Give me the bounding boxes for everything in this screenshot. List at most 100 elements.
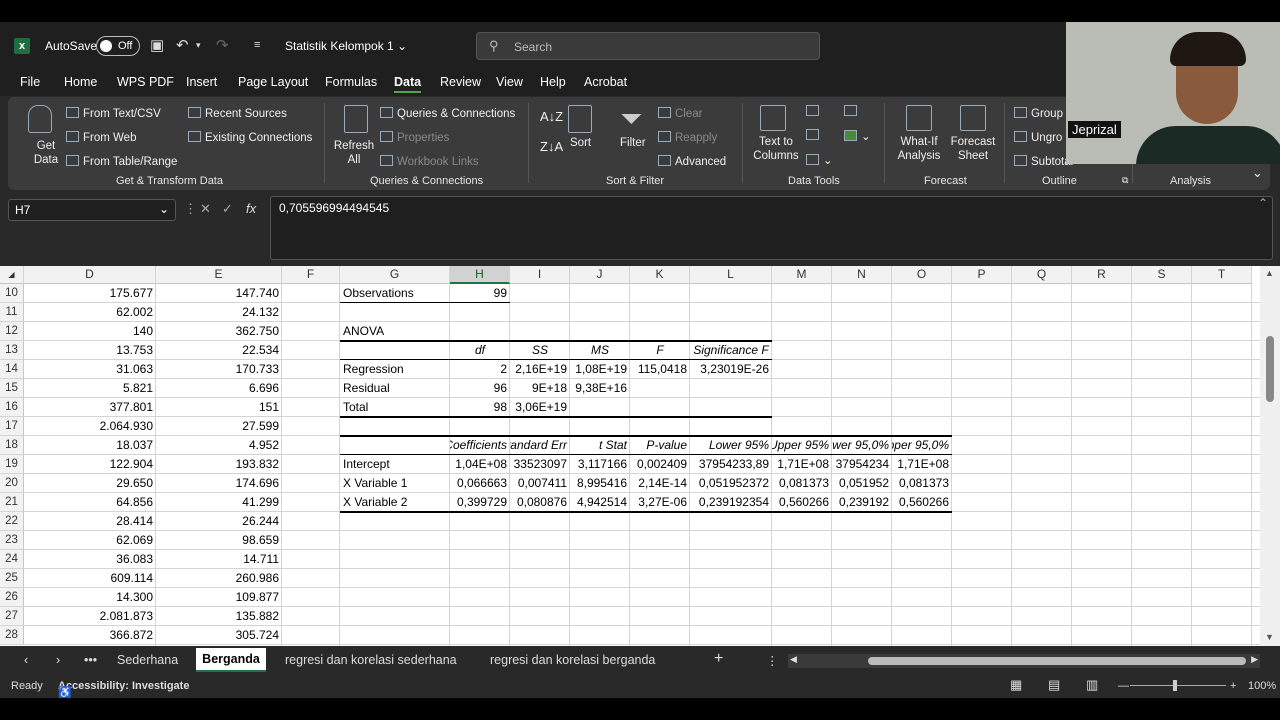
undo-icon[interactable]: ↶ (176, 36, 189, 54)
collapse-formula-icon[interactable]: ⌃ (1258, 196, 1268, 210)
subtotal-button[interactable]: Subtotal (1014, 155, 1073, 168)
what-if-button[interactable]: What-If Analysis (892, 135, 946, 163)
prev-sheet-icon[interactable]: ‹ (24, 653, 28, 667)
cell-d26[interactable]: 14.300 (24, 588, 156, 607)
row-header-18[interactable]: 18 (0, 436, 24, 455)
cell-d27[interactable]: 2.081.873 (24, 607, 156, 626)
tab-view[interactable]: View (496, 75, 523, 89)
row-header-17[interactable]: 17 (0, 417, 24, 436)
anova-header[interactable]: MS (570, 341, 630, 360)
sort-za-icon[interactable]: Z↓A (540, 139, 563, 154)
coef-header[interactable]: Lower 95,0% (832, 436, 892, 455)
cell-d25[interactable]: 609.114 (24, 569, 156, 588)
horizontal-scrollbar[interactable]: ◀ ▶ (788, 654, 1260, 668)
coef-row-label[interactable]: X Variable 1 (340, 474, 450, 493)
clear-button[interactable]: Clear (658, 107, 702, 120)
anova-cell[interactable]: 3,23019E-26 (690, 360, 772, 379)
scroll-left-icon[interactable]: ◀ (790, 654, 797, 665)
cell-e12[interactable]: 362.750 (156, 322, 282, 341)
consolidate-icon[interactable] (844, 105, 861, 118)
column-header-r[interactable]: R (1072, 266, 1132, 284)
dialog-launcher-icon[interactable]: ⧉ (1122, 175, 1128, 186)
anova-cell[interactable] (690, 379, 772, 398)
coef-cell[interactable]: 8,995416 (570, 474, 630, 493)
row-header-10[interactable]: 10 (0, 284, 24, 303)
anova-cell[interactable]: 1,08E+19 (570, 360, 630, 379)
coef-header[interactable]: t Stat (570, 436, 630, 455)
cell-e19[interactable]: 193.832 (156, 455, 282, 474)
properties-button[interactable]: Properties (380, 131, 449, 144)
zoom-level[interactable]: 100% (1248, 680, 1276, 692)
anova-cell[interactable]: 115,0418 (630, 360, 690, 379)
worksheet-grid[interactable]: ◢ D E F G H I J K L M N O P Q R S T 10 11 12 13 14 15 16 17 18 19 20… (0, 266, 1280, 646)
zoom-in-icon[interactable]: + (1230, 680, 1236, 692)
column-header-i[interactable]: I (510, 266, 570, 284)
cell-d18[interactable]: 18.037 (24, 436, 156, 455)
vertical-scrollbar[interactable]: ▲ ▼ (1260, 266, 1280, 646)
cell-d14[interactable]: 31.063 (24, 360, 156, 379)
column-header-d[interactable]: D (24, 266, 156, 284)
row-header-13[interactable]: 13 (0, 341, 24, 360)
row-header-14[interactable]: 14 (0, 360, 24, 379)
cell-e10[interactable]: 147.740 (156, 284, 282, 303)
cell-d15[interactable]: 5.821 (24, 379, 156, 398)
coef-cell[interactable]: 0,560266 (892, 493, 952, 512)
row-header-16[interactable]: 16 (0, 398, 24, 417)
tab-insert[interactable]: Insert (186, 75, 217, 89)
column-header-t[interactable]: T (1192, 266, 1252, 284)
remove-duplicates-icon[interactable] (806, 129, 823, 142)
cell-e27[interactable]: 135.882 (156, 607, 282, 626)
row-header-25[interactable]: 25 (0, 569, 24, 588)
advanced-button[interactable]: Advanced (658, 155, 726, 168)
cell-e25[interactable]: 260.986 (156, 569, 282, 588)
page-break-view-icon[interactable]: ▥ (1086, 677, 1098, 693)
add-sheet-icon[interactable]: + (714, 650, 723, 668)
cell-e14[interactable]: 170.733 (156, 360, 282, 379)
cell-e24[interactable]: 14.711 (156, 550, 282, 569)
column-header-j[interactable]: J (570, 266, 630, 284)
autosave-toggle[interactable]: Off (96, 36, 140, 56)
anova-cell[interactable]: 98 (450, 398, 510, 417)
zoom-slider-handle[interactable] (1173, 680, 1177, 691)
scrollbar-thumb[interactable] (1266, 336, 1274, 402)
coef-cell[interactable]: 33523097 (510, 455, 570, 474)
column-header-q[interactable]: Q (1012, 266, 1072, 284)
accessibility-status[interactable]: ♿ Accessibility: Investigate (58, 680, 189, 698)
sort-button[interactable]: Sort (570, 137, 591, 149)
coef-cell[interactable]: 1,04E+08 (450, 455, 510, 474)
row-header-22[interactable]: 22 (0, 512, 24, 531)
cell-d23[interactable]: 62.069 (24, 531, 156, 550)
coef-header[interactable]: P-value (630, 436, 690, 455)
collapse-ribbon-icon[interactable]: ⌄ (1252, 165, 1263, 181)
anova-header[interactable]: df (450, 341, 510, 360)
column-header-l[interactable]: L (690, 266, 772, 284)
coef-cell[interactable]: 37954233,89 (690, 455, 772, 474)
observations-label[interactable]: Observations (340, 284, 450, 303)
coef-header[interactable]: Lower 95% (690, 436, 772, 455)
column-header-s[interactable]: S (1132, 266, 1192, 284)
zoom-slider[interactable] (1130, 685, 1226, 686)
anova-cell[interactable] (570, 398, 630, 417)
refresh-all-button[interactable]: Refresh All (332, 139, 376, 167)
coef-row-label[interactable]: X Variable 2 (340, 493, 450, 512)
coef-header[interactable]: Upper 95% (772, 436, 832, 455)
anova-header[interactable]: F (630, 341, 690, 360)
cell-d19[interactable]: 122.904 (24, 455, 156, 474)
coef-cell[interactable]: 0,002409 (630, 455, 690, 474)
column-header-h[interactable]: H (450, 266, 510, 284)
observations-value[interactable]: 99 (450, 284, 510, 303)
coef-cell[interactable]: 37954234 (832, 455, 892, 474)
data-validation-icon[interactable]: ⌄ (806, 153, 833, 167)
coef-cell[interactable]: 0,080876 (510, 493, 570, 512)
cell-e26[interactable]: 109.877 (156, 588, 282, 607)
scroll-down-icon[interactable]: ▼ (1265, 632, 1274, 642)
row-header-23[interactable]: 23 (0, 531, 24, 550)
flash-fill-icon[interactable] (806, 105, 823, 118)
coef-cell[interactable]: 0,081373 (892, 474, 952, 493)
sort-az-icon[interactable]: A↓Z (540, 109, 563, 124)
name-box[interactable]: H7 ⌄ (8, 199, 176, 221)
existing-connections-button[interactable]: Existing Connections (188, 131, 312, 144)
cell-d16[interactable]: 377.801 (24, 398, 156, 417)
cell-d17[interactable]: 2.064.930 (24, 417, 156, 436)
from-web-button[interactable]: From Web (66, 131, 136, 144)
